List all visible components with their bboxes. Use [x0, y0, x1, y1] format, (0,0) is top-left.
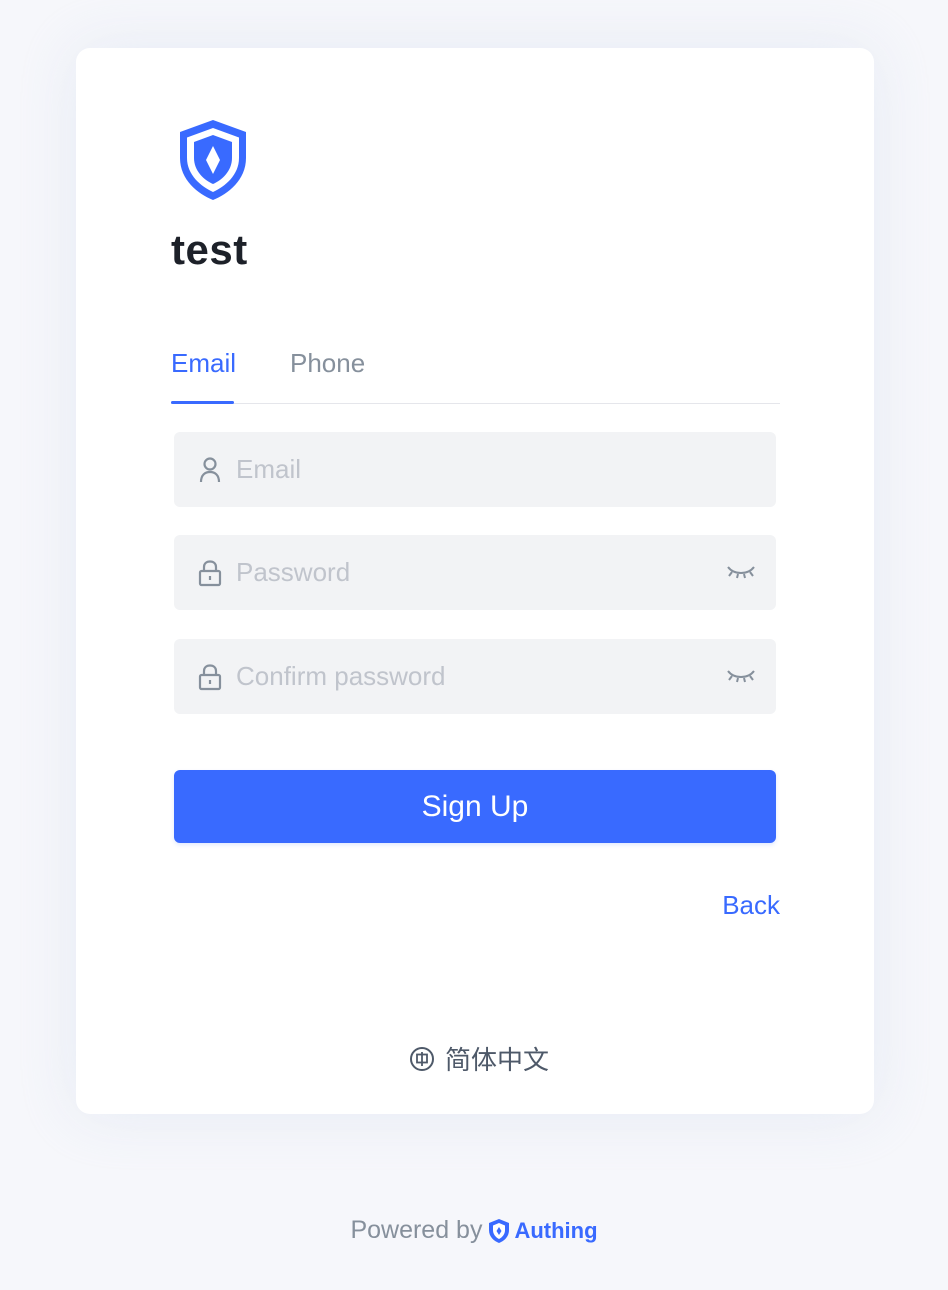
- globe-icon: [410, 1046, 434, 1071]
- login-method-tabs: Email Phone: [171, 338, 780, 404]
- language-switcher[interactable]: 简体中文: [409, 1040, 549, 1077]
- app-name: test: [171, 226, 248, 273]
- email-input[interactable]: [236, 432, 706, 507]
- user-icon: [199, 457, 221, 483]
- authing-brand-link[interactable]: Authing: [488, 1217, 598, 1244]
- password-input[interactable]: [236, 535, 706, 610]
- tab-email[interactable]: Email: [171, 348, 236, 401]
- active-tab-indicator: [171, 401, 234, 404]
- powered-by-footer: Powered by Authing: [0, 1216, 948, 1245]
- signup-card: test Email Phone Email Sign Up Back 简体中文: [76, 48, 874, 1114]
- sign-up-button[interactable]: Sign Up: [174, 770, 776, 843]
- authing-brand-label: Authing: [514, 1217, 598, 1243]
- shield-logo-icon: [180, 120, 246, 200]
- tab-phone[interactable]: Phone: [290, 348, 365, 401]
- eye-closed-icon[interactable]: [726, 563, 756, 581]
- email-field: [174, 432, 776, 507]
- lock-icon: [198, 560, 222, 587]
- lock-icon: [198, 664, 222, 691]
- password-field: [174, 535, 776, 610]
- confirm-password-input[interactable]: [236, 639, 706, 714]
- authing-logo-icon: [489, 1218, 510, 1243]
- eye-closed-icon[interactable]: [726, 667, 756, 685]
- powered-by-text: Powered by: [350, 1216, 483, 1244]
- back-link[interactable]: Back: [722, 890, 780, 921]
- confirm-password-field: [174, 639, 776, 714]
- language-label: 简体中文: [445, 1045, 550, 1075]
